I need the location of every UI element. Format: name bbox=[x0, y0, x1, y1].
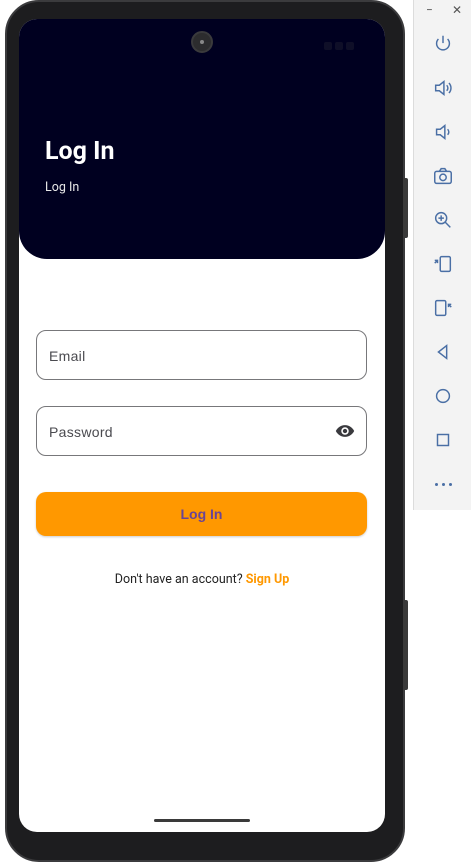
eye-icon[interactable] bbox=[334, 421, 356, 441]
camera-cutout bbox=[191, 31, 213, 53]
emulator-toolbar: − ✕ bbox=[413, 0, 471, 510]
zoom-in-icon[interactable] bbox=[430, 207, 456, 233]
page-subtitle: Log In bbox=[45, 180, 80, 195]
more-icon[interactable] bbox=[430, 471, 456, 497]
email-input[interactable] bbox=[47, 331, 321, 381]
minimize-icon[interactable]: − bbox=[426, 3, 433, 17]
password-field[interactable] bbox=[36, 406, 367, 457]
rotate-right-icon[interactable] bbox=[430, 295, 456, 321]
overview-icon[interactable] bbox=[430, 427, 456, 453]
volume-up-icon[interactable] bbox=[430, 75, 456, 101]
app-screen: Log In Log In Log In Don't have an accou… bbox=[19, 19, 385, 832]
page-title: Log In bbox=[45, 137, 115, 166]
header: Log In Log In bbox=[19, 19, 385, 259]
phone-side-button bbox=[403, 178, 408, 238]
power-icon[interactable] bbox=[430, 31, 456, 57]
status-icons bbox=[321, 35, 357, 50]
camera-icon[interactable] bbox=[430, 163, 456, 189]
signup-link[interactable]: Sign Up bbox=[246, 572, 290, 587]
signup-row: Don't have an account? Sign Up bbox=[19, 572, 385, 587]
volume-down-icon[interactable] bbox=[430, 119, 456, 145]
rotate-left-icon[interactable] bbox=[430, 251, 456, 277]
password-input[interactable] bbox=[47, 407, 321, 457]
home-icon[interactable] bbox=[430, 383, 456, 409]
back-icon[interactable] bbox=[430, 339, 456, 365]
email-field[interactable] bbox=[36, 330, 367, 381]
signup-prompt: Don't have an account? bbox=[114, 572, 243, 587]
home-indicator bbox=[154, 819, 250, 822]
login-button[interactable]: Log In bbox=[36, 492, 367, 536]
close-icon[interactable]: ✕ bbox=[452, 3, 462, 17]
phone-side-button bbox=[403, 600, 408, 690]
